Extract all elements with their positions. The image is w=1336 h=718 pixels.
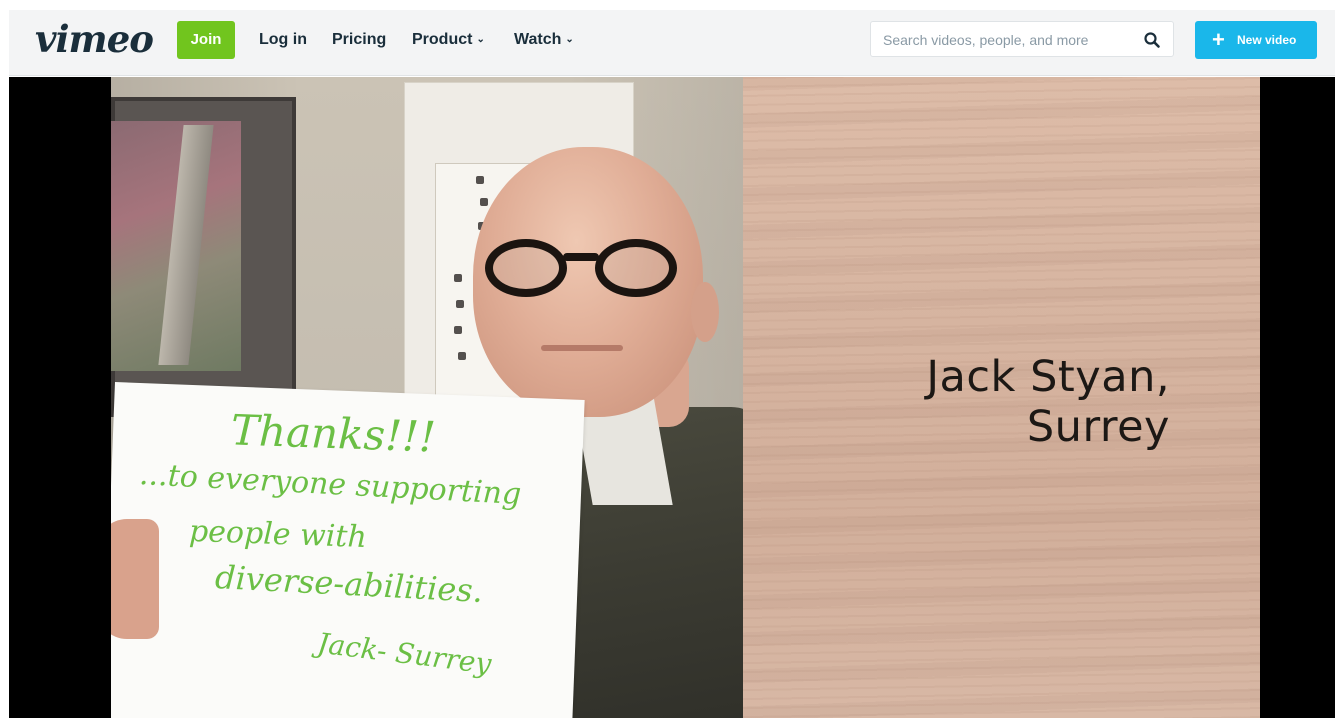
calligraphy-mark [476,176,484,184]
glasses-left-lens [485,239,567,297]
sign-line-1: Thanks!!! [230,405,437,462]
watch-menu-label: Watch [514,31,562,48]
calligraphy-mark [480,198,488,206]
plus-icon: + [1212,27,1225,52]
product-menu-label: Product [412,31,473,48]
calligraphy-mark [454,274,462,282]
sign-line-3: people with [188,513,368,556]
calligraphy-mark [458,352,466,360]
search-icon[interactable] [1143,31,1161,49]
name-caption: Jack Styan, Surrey [926,352,1170,452]
top-navigation-bar: vimeo Join Log in Pricing Product ⌄ Watch… [9,10,1335,76]
chevron-down-icon: ⌄ [565,34,574,45]
pricing-link[interactable]: Pricing [332,30,386,50]
search-box [870,21,1174,57]
calligraphy-mark [456,300,464,308]
calligraphy-mark [454,326,462,334]
product-menu[interactable]: Product ⌄ [412,30,485,52]
caption-name: Jack Styan, [926,352,1170,402]
new-video-label: New video [1237,33,1297,47]
video-frame-photo: Thanks!!! ...to everyone supporting peop… [111,77,743,718]
watch-menu[interactable]: Watch ⌄ [514,30,574,52]
login-link[interactable]: Log in [259,30,307,50]
chevron-down-icon: ⌄ [476,34,485,45]
caption-location: Surrey [1026,402,1170,452]
wood-title-card: Jack Styan, Surrey [743,77,1260,718]
glasses-right-lens [595,239,677,297]
person-hand [111,519,159,639]
person-ear [691,282,719,342]
glasses-bridge [563,253,599,261]
search-input[interactable] [881,28,1135,52]
join-button[interactable]: Join [177,21,235,59]
video-player[interactable]: Thanks!!! ...to everyone supporting peop… [9,77,1335,718]
person-mouth [541,345,623,351]
new-video-button[interactable]: + New video [1195,21,1317,59]
vimeo-logo[interactable]: vimeo [35,19,154,59]
